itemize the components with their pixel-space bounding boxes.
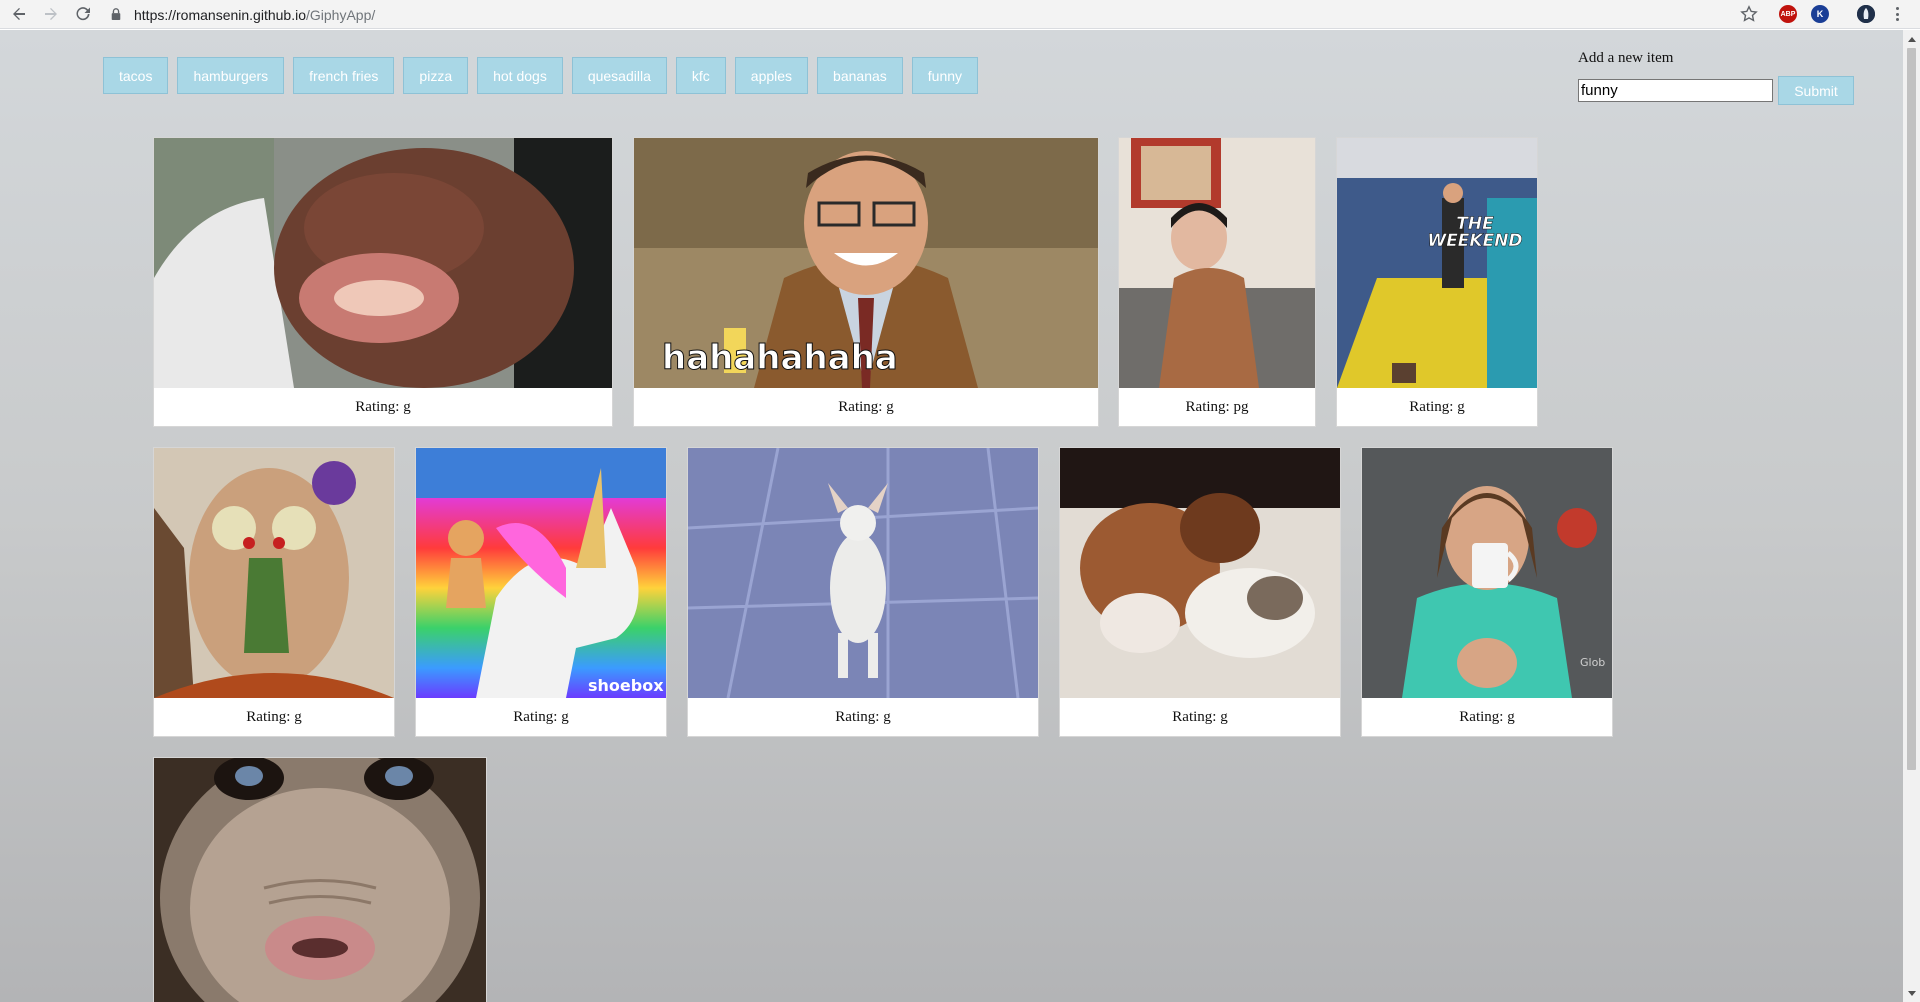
page-scrollbar[interactable]: [1903, 30, 1920, 1002]
gif-rating: Rating: g: [1459, 708, 1515, 725]
topic-button-hamburgers[interactable]: hamburgers: [177, 57, 285, 94]
page-viewport: tacos hamburgers french fries pizza hot …: [0, 30, 1903, 1002]
add-item-form: Add a new item Submit: [1578, 50, 1878, 105]
gif-card[interactable]: Glob Rating: g: [1361, 447, 1613, 737]
gif-caption: shoebox: [588, 676, 664, 695]
gif-rating: Rating: g: [246, 708, 302, 725]
gif-card[interactable]: [153, 757, 487, 1002]
gif-rating: Rating: g: [1172, 708, 1228, 725]
gif-image-veggie-face[interactable]: [154, 448, 394, 698]
scrollbar-thumb[interactable]: [1907, 48, 1916, 770]
gif-image-weekend-gym[interactable]: THE WEEKEND: [1337, 138, 1537, 388]
topic-button-french-fries[interactable]: french fries: [293, 57, 395, 94]
forward-icon[interactable]: [38, 1, 64, 27]
bookmark-star-icon[interactable]: [1740, 5, 1758, 23]
gif-image-puppy-and-cat[interactable]: [1060, 448, 1340, 698]
gif-image-dog-in-car[interactable]: [154, 138, 612, 388]
profile-avatar-icon[interactable]: [1857, 5, 1875, 23]
submit-button[interactable]: Submit: [1778, 76, 1854, 105]
url-host: https://romansenin.github.io: [134, 6, 306, 23]
gif-rating: Rating: g: [835, 708, 891, 725]
topic-button-funny[interactable]: funny: [911, 57, 979, 94]
browser-menu-icon[interactable]: [1893, 5, 1901, 23]
gif-image-woman-drinking[interactable]: Glob: [1362, 448, 1612, 698]
url-path: /GiphyApp/: [306, 6, 376, 23]
topic-button-tacos[interactable]: tacos: [103, 57, 169, 94]
k-extension-icon[interactable]: K: [1811, 5, 1829, 23]
gif-caption: hahahahaha: [662, 338, 899, 379]
topic-button-kfc[interactable]: kfc: [675, 57, 726, 94]
gif-card[interactable]: hahahahaha Rating: g: [633, 137, 1099, 427]
browser-toolbar: https://romansenin.github.io/GiphyApp/ A…: [0, 0, 1920, 29]
topic-button-pizza[interactable]: pizza: [403, 57, 469, 94]
topic-button-apples[interactable]: apples: [734, 57, 809, 94]
gif-rating: Rating: g: [355, 398, 411, 415]
gif-card[interactable]: Rating: g: [1059, 447, 1341, 737]
topic-button-quesadilla[interactable]: quesadilla: [571, 57, 667, 94]
gif-card[interactable]: Rating: g: [687, 447, 1039, 737]
gif-card[interactable]: shoebox Rating: g: [415, 447, 667, 737]
gif-rating: Rating: g: [838, 398, 894, 415]
scroll-up-arrow-icon[interactable]: [1903, 30, 1920, 47]
add-item-input[interactable]: [1578, 79, 1773, 102]
gif-rating: Rating: g: [1409, 398, 1465, 415]
gif-card[interactable]: Rating: g: [153, 447, 395, 737]
topic-button-hot-dogs[interactable]: hot dogs: [477, 57, 563, 94]
lock-icon: [110, 7, 124, 22]
gif-rating: Rating: pg: [1185, 398, 1249, 415]
add-item-label: Add a new item: [1578, 50, 1674, 66]
gif-image-woman-on-bed[interactable]: [1119, 138, 1315, 388]
gif-card[interactable]: Rating: pg: [1118, 137, 1316, 427]
gif-card[interactable]: THE WEEKEND Rating: g: [1336, 137, 1538, 427]
address-bar[interactable]: https://romansenin.github.io/GiphyApp/: [110, 3, 1750, 26]
topic-button-bar: tacos hamburgers french fries pizza hot …: [103, 57, 987, 94]
gif-caption: THE WEEKEND: [1427, 214, 1523, 251]
topic-button-bananas[interactable]: bananas: [817, 57, 903, 94]
back-icon[interactable]: [6, 1, 32, 27]
gif-image-monkey-face[interactable]: [154, 758, 486, 1002]
gif-image-cat-on-unicorn[interactable]: shoebox: [416, 448, 666, 698]
gif-rating: Rating: g: [513, 708, 569, 725]
scroll-down-arrow-icon[interactable]: [1903, 985, 1920, 1002]
adblock-extension-icon[interactable]: ABP: [1779, 5, 1797, 23]
gif-image-man-laughing[interactable]: hahahahaha: [634, 138, 1098, 388]
gif-image-dancing-chihuahua[interactable]: [688, 448, 1038, 698]
gif-card[interactable]: Rating: g: [153, 137, 613, 427]
reload-icon[interactable]: [70, 1, 96, 27]
gif-caption: Glob: [1580, 656, 1606, 669]
